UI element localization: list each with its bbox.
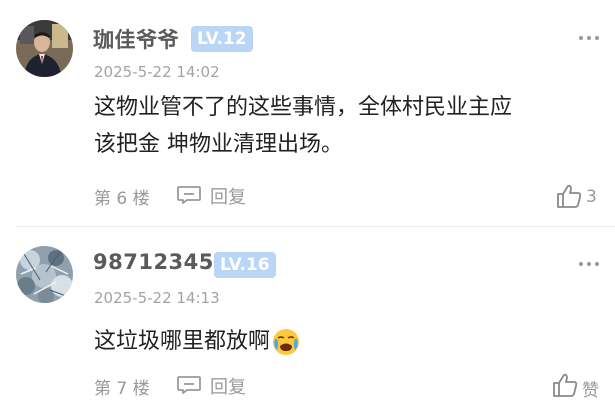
- timestamp: 2025-5-22 14:02: [94, 63, 220, 81]
- username[interactable]: 98712345: [93, 250, 214, 274]
- reply-icon: [177, 376, 201, 394]
- crying-face-emoji-icon: [272, 328, 300, 356]
- avatar[interactable]: [16, 20, 73, 77]
- floor-number: 第 6 楼: [94, 189, 150, 209]
- like-button[interactable]: 赞: [551, 372, 603, 401]
- comment-item: 珈佳爷爷 LV.12 2025-5-22 14:02 这物业管不了的这些事情，全…: [0, 0, 615, 226]
- more-options-icon[interactable]: [579, 36, 599, 41]
- thumbs-up-icon: [557, 184, 582, 208]
- floor-number: 第 7 楼: [94, 379, 150, 399]
- avatar[interactable]: [16, 246, 73, 303]
- comment-text-line: 该把金 坤物业清理出场。: [94, 132, 343, 157]
- like-button[interactable]: 3: [555, 183, 603, 211]
- reply-icon: [177, 186, 201, 204]
- comment-text: 这垃圾哪里都放啊: [94, 323, 594, 360]
- level-badge: LV.16: [214, 252, 276, 278]
- like-count: 3: [586, 187, 597, 207]
- more-options-icon[interactable]: [579, 262, 599, 267]
- comment-text: 这物业管不了的这些事情，全体村民业主应 该把金 坤物业清理出场。: [94, 89, 594, 163]
- reply-label: 回复: [210, 377, 246, 398]
- comment-text-line: 这垃圾哪里都放啊: [94, 329, 271, 354]
- level-badge: LV.12: [191, 26, 253, 52]
- comment-text-line: 这物业管不了的这些事情，全体村民业主应: [94, 95, 513, 120]
- reply-label: 回复: [210, 187, 246, 208]
- comment-item: 98712345 LV.16 2025-5-22 14:13 这垃圾哪里都放啊 …: [0, 226, 615, 416]
- thumbs-up-icon: [553, 373, 578, 397]
- like-label: 赞: [582, 381, 599, 401]
- timestamp: 2025-5-22 14:13: [94, 289, 220, 307]
- username[interactable]: 珈佳爷爷: [93, 24, 179, 54]
